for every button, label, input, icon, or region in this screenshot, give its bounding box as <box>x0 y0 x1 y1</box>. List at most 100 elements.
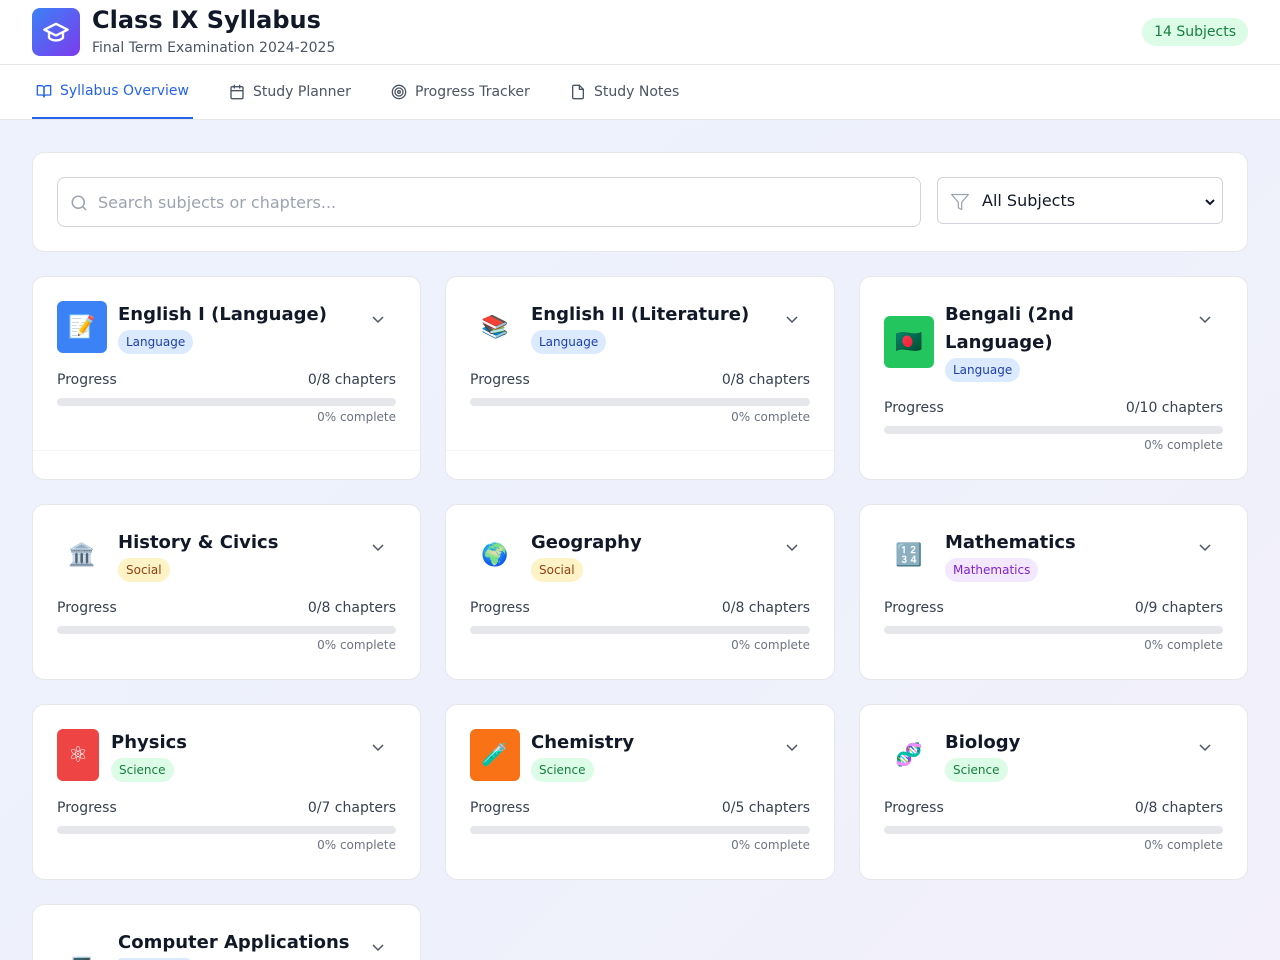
chevron-down-icon[interactable] <box>370 939 386 955</box>
calendar-icon <box>230 84 244 100</box>
tab-study-planner[interactable]: Study Planner <box>229 65 351 119</box>
progress-label: Progress <box>884 600 944 616</box>
search-input[interactable] <box>98 179 908 225</box>
percent-complete: 0% complete <box>317 638 396 652</box>
graduation-cap-icon <box>32 8 80 56</box>
subject-filter-select[interactable]: All Subjects <box>937 177 1223 224</box>
progress-label: Progress <box>57 372 117 388</box>
subject-card-bengali[interactable]: 🇧🇩 Bengali (2nd Language) Language Progr… <box>859 276 1248 480</box>
chevron-down-icon[interactable] <box>370 739 386 755</box>
tab-label: Study Planner <box>253 84 351 100</box>
app-header: Class IX Syllabus Final Term Examination… <box>0 0 1280 65</box>
subject-card-chemistry[interactable]: 🧪 Chemistry Science Progress 0/5 chapter… <box>445 704 835 880</box>
subject-title: Physics <box>111 732 188 753</box>
tab-label: Progress Tracker <box>415 84 530 100</box>
category-badge: Language <box>118 330 194 354</box>
search-icon <box>71 195 87 211</box>
percent-complete: 0% complete <box>731 410 810 424</box>
subject-title: Chemistry <box>531 732 635 753</box>
progress-label: Progress <box>470 372 530 388</box>
percent-complete: 0% complete <box>1144 838 1223 852</box>
filter-selected-value: All Subjects <box>982 191 1076 210</box>
tab-bar: Syllabus Overview Study Planner Progress… <box>0 65 1280 120</box>
english-2-icon: 📚 <box>481 314 509 340</box>
chevron-down-icon[interactable] <box>784 311 800 327</box>
numbers-icon: 🔢 <box>895 542 923 568</box>
progress-label: Progress <box>57 600 117 616</box>
category-badge: Mathematics <box>945 558 1039 582</box>
test-tube-icon: 🧪 <box>470 729 520 781</box>
category-badge: Science <box>531 758 594 782</box>
category-badge: Language <box>531 330 607 354</box>
chapter-count: 0/10 chapters <box>1125 400 1223 416</box>
chevron-down-icon[interactable] <box>1197 739 1213 755</box>
percent-complete: 0% complete <box>317 410 396 424</box>
subject-title: Mathematics <box>945 532 1076 553</box>
progress-label: Progress <box>884 400 944 416</box>
percent-complete: 0% complete <box>317 838 396 852</box>
progress-label: Progress <box>884 800 944 816</box>
chapter-count: 0/8 chapters <box>307 600 396 616</box>
tab-syllabus-overview[interactable]: Syllabus Overview <box>32 65 193 119</box>
subject-title: Geography <box>531 532 642 553</box>
progress-bar <box>57 398 396 406</box>
subject-title: Biology <box>945 732 1021 753</box>
tab-progress-tracker[interactable]: Progress Tracker <box>391 65 530 119</box>
chapter-count: 0/5 chapters <box>721 800 810 816</box>
english-1-icon: 📝 <box>57 301 107 353</box>
progress-bar <box>884 426 1223 434</box>
category-badge: Social <box>531 558 583 582</box>
subject-card-computer-applications[interactable]: 💻 Computer Applications <box>32 904 421 960</box>
divider <box>33 450 420 451</box>
chevron-down-icon[interactable] <box>1197 539 1213 555</box>
subject-card-mathematics[interactable]: 🔢 Mathematics Mathematics Progress 0/9 c… <box>859 504 1248 680</box>
chevron-down-icon[interactable] <box>370 311 386 327</box>
page-title: Class IX Syllabus <box>92 6 321 34</box>
divider <box>446 450 834 451</box>
target-icon <box>391 84 407 100</box>
tab-study-notes[interactable]: Study Notes <box>570 65 679 119</box>
chevron-down-icon[interactable] <box>1197 311 1213 327</box>
chapter-count: 0/8 chapters <box>1134 800 1223 816</box>
progress-label: Progress <box>470 600 530 616</box>
history-icon: 🏛️ <box>68 542 96 568</box>
chapter-count: 0/8 chapters <box>307 372 396 388</box>
chevron-down-icon[interactable] <box>370 539 386 555</box>
subject-title: History & Civics <box>118 532 279 553</box>
subject-title: English I (Language) <box>118 304 327 325</box>
filter-icon <box>951 193 969 211</box>
dna-icon: 🧬 <box>895 742 923 768</box>
file-icon <box>572 84 584 100</box>
percent-complete: 0% complete <box>731 638 810 652</box>
progress-bar <box>884 626 1223 634</box>
bengali-icon: 🇧🇩 <box>884 316 934 368</box>
computer-icon: 💻 <box>57 939 107 960</box>
subject-title: Computer Applications <box>118 932 350 953</box>
subject-card-history-civics[interactable]: 🏛️ History & Civics Social Progress 0/8 … <box>32 504 421 680</box>
percent-complete: 0% complete <box>1144 638 1223 652</box>
atom-icon: ⚛ <box>57 729 99 781</box>
subject-title: English II (Literature) <box>531 304 750 325</box>
subject-card-biology[interactable]: 🧬 Biology Science Progress 0/8 chapters … <box>859 704 1248 880</box>
progress-bar <box>470 398 810 406</box>
progress-label: Progress <box>470 800 530 816</box>
category-badge: Language <box>945 358 1021 382</box>
subject-card-english-2[interactable]: 📚 English II (Literature) Language Progr… <box>445 276 835 480</box>
progress-bar <box>470 626 810 634</box>
tab-label: Study Notes <box>594 84 680 100</box>
subject-card-english-1[interactable]: 📝 English I (Language) Language Progress… <box>32 276 421 480</box>
chapter-count: 0/9 chapters <box>1134 600 1223 616</box>
chevron-down-icon[interactable] <box>784 539 800 555</box>
globe-icon: 🌍 <box>481 542 509 568</box>
percent-complete: 0% complete <box>1144 438 1223 452</box>
subject-card-physics[interactable]: ⚛ Physics Science Progress 0/7 chapters … <box>32 704 421 880</box>
percent-complete: 0% complete <box>731 838 810 852</box>
progress-bar <box>884 826 1223 834</box>
search-panel: All Subjects <box>32 152 1248 252</box>
progress-bar <box>57 626 396 634</box>
chevron-down-icon[interactable] <box>784 739 800 755</box>
chapter-count: 0/8 chapters <box>721 600 810 616</box>
search-box <box>57 177 921 227</box>
subject-card-geography[interactable]: 🌍 Geography Social Progress 0/8 chapters… <box>445 504 835 680</box>
progress-label: Progress <box>57 800 117 816</box>
